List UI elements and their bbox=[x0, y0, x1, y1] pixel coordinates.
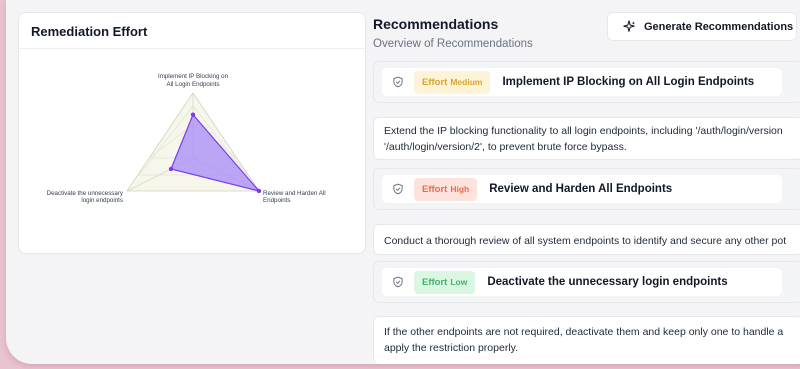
shield-check-icon bbox=[393, 276, 403, 288]
recommendation-header-deactivate[interactable]: Effort Low Deactivate the unnecessary log… bbox=[373, 261, 800, 303]
effort-radar-chart: Implement IP Blocking on All Login Endpo… bbox=[47, 73, 326, 204]
app-window: Remediation Effort Implement IP Blocking… bbox=[6, 0, 800, 364]
effort-badge-high: Effort High bbox=[414, 177, 478, 201]
generate-recommendations-label: Generate Recommendations bbox=[644, 20, 794, 33]
description-line: apply the restriction properly. bbox=[384, 342, 519, 354]
axis-label-ip-blocking-1: Implement IP Blocking on bbox=[158, 73, 229, 80]
axis-label-deactivate-2: login endpoints bbox=[81, 197, 123, 204]
recommendation-title: Deactivate the unnecessary login endpoin… bbox=[487, 276, 728, 288]
recommendation-description: Conduct a thorough review of all system … bbox=[373, 224, 800, 255]
recommendation-title: Implement IP Blocking on All Login Endpo… bbox=[502, 76, 755, 88]
shield-check-icon bbox=[393, 76, 403, 88]
axis-label-review-harden-2: Endpoints bbox=[263, 197, 291, 204]
generate-recommendations-button[interactable]: Generate Recommendations bbox=[607, 12, 797, 41]
remediation-effort-title: Remediation Effort bbox=[19, 13, 365, 49]
effort-badge-low: Effort Low bbox=[414, 270, 476, 294]
recommendation-description: Extend the IP blocking functionality to … bbox=[373, 117, 800, 160]
recommendations-subtitle: Overview of Recommendations bbox=[373, 38, 533, 50]
shield-check-icon bbox=[393, 183, 403, 195]
effort-badge-medium: Effort Medium bbox=[414, 70, 491, 94]
recommendation-header-review-harden[interactable]: Effort High Review and Harden All Endpoin… bbox=[373, 168, 800, 210]
description-line: Extend the IP blocking functionality to … bbox=[384, 125, 783, 137]
radar-point-review-harden bbox=[256, 188, 262, 194]
axis-label-ip-blocking-2: All Login Endpoints bbox=[167, 81, 220, 88]
description-line: Conduct a thorough review of all system … bbox=[384, 235, 787, 247]
remediation-effort-card: Remediation Effort Implement IP Blocking… bbox=[18, 12, 366, 254]
axis-label-deactivate-1: Deactivate the unnecessary bbox=[47, 190, 124, 197]
recommendation-title: Review and Harden All Endpoints bbox=[489, 183, 673, 195]
recommendation-header-ip-blocking[interactable]: Effort Medium Implement IP Blocking on Al… bbox=[373, 61, 800, 103]
radar-point-deactivate bbox=[168, 166, 174, 172]
axis-label-review-harden-1: Review and Harden All bbox=[263, 190, 326, 197]
recommendations-title: Recommendations bbox=[373, 16, 499, 32]
description-line: If the other endpoints are not required,… bbox=[384, 326, 784, 338]
description-line: '/auth/login/version/2', to prevent brut… bbox=[384, 141, 627, 153]
recommendation-description: If the other endpoints are not required,… bbox=[373, 316, 800, 364]
radar-point-ip-blocking bbox=[190, 112, 196, 117]
sparkles-icon bbox=[623, 19, 636, 32]
